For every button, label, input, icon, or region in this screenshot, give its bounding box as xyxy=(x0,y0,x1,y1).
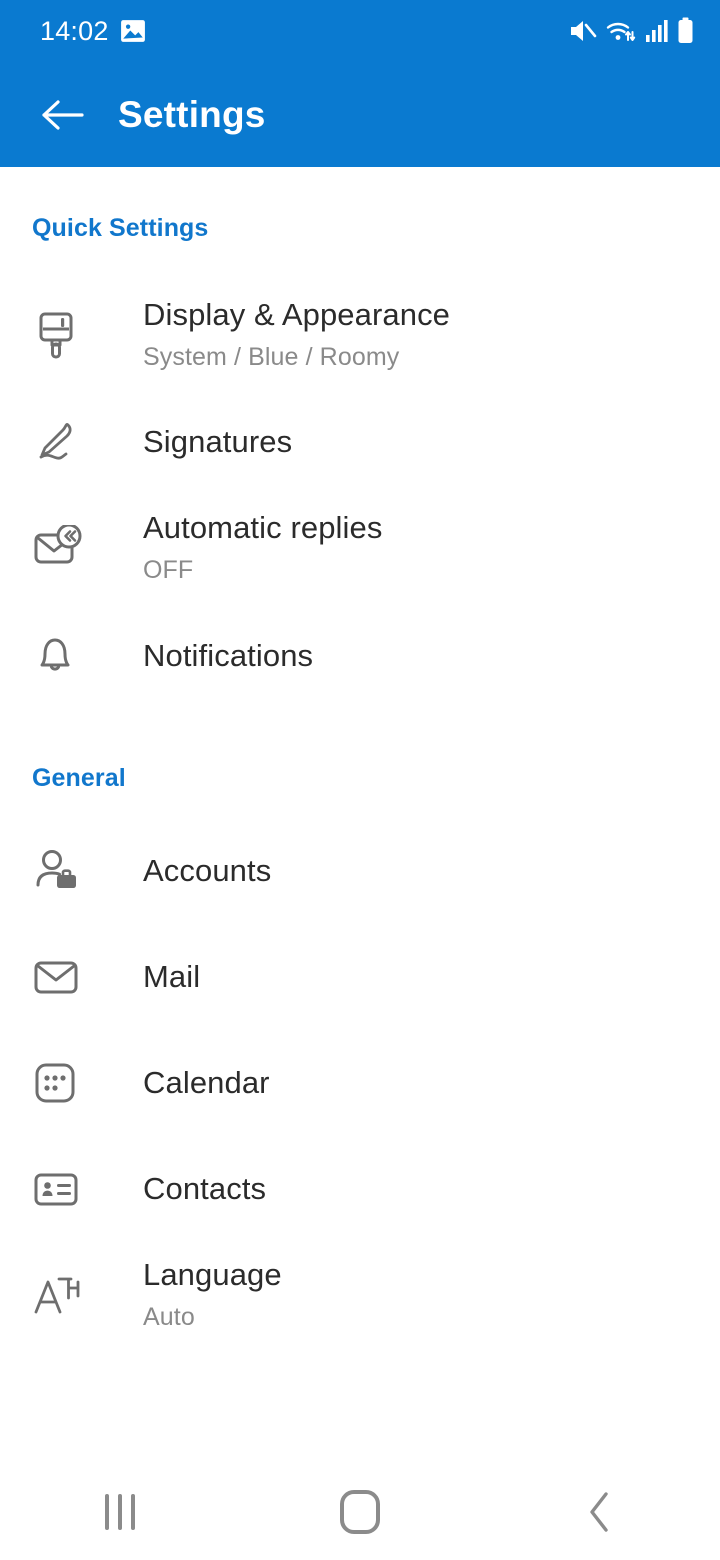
recents-button[interactable] xyxy=(0,1464,240,1560)
settings-item-contacts[interactable]: Contacts xyxy=(0,1133,720,1245)
settings-item-notifications[interactable]: Notifications xyxy=(0,600,720,712)
arrow-left-icon xyxy=(39,97,85,133)
settings-item-text: Signatures xyxy=(143,423,292,461)
envelope-reply-icon xyxy=(32,518,104,578)
settings-item-accounts[interactable]: Accounts xyxy=(0,815,720,927)
settings-item-text: Display & Appearance System / Blue / Roo… xyxy=(143,296,450,373)
status-bar-left: 14:02 xyxy=(40,18,146,45)
bell-icon xyxy=(32,626,104,686)
settings-item-title: Notifications xyxy=(143,637,313,675)
settings-content: Quick Settings Display & Appearance Syst… xyxy=(0,167,720,1351)
status-bar: 14:02 xyxy=(0,0,720,62)
settings-item-calendar[interactable]: Calendar xyxy=(0,1027,720,1139)
settings-item-text: Calendar xyxy=(143,1064,270,1102)
back-button[interactable] xyxy=(36,89,88,141)
person-briefcase-icon xyxy=(32,841,104,901)
settings-item-text: Language Auto xyxy=(143,1256,282,1333)
image-icon xyxy=(120,19,146,43)
settings-item-text: Automatic replies OFF xyxy=(143,509,382,586)
settings-item-mail[interactable]: Mail xyxy=(0,921,720,1033)
wifi-icon xyxy=(605,18,637,44)
settings-item-display-appearance[interactable]: Display & Appearance System / Blue / Roo… xyxy=(0,279,720,391)
settings-item-text: Notifications xyxy=(143,637,313,675)
back-nav-button[interactable] xyxy=(480,1464,720,1560)
section-header-general: General xyxy=(0,712,720,793)
settings-item-title: Accounts xyxy=(143,852,271,890)
settings-item-language[interactable]: Language Auto xyxy=(0,1239,720,1351)
settings-item-subtitle: System / Blue / Roomy xyxy=(143,341,450,374)
contact-card-icon xyxy=(32,1159,104,1219)
page-title: Settings xyxy=(118,94,266,136)
settings-item-title: Display & Appearance xyxy=(143,296,450,334)
settings-item-text: Mail xyxy=(143,958,200,996)
calendar-dots-icon xyxy=(32,1053,104,1113)
paintbrush-icon xyxy=(32,305,104,365)
home-icon xyxy=(340,1490,380,1534)
signature-pen-icon xyxy=(32,412,104,472)
app-bar: Settings xyxy=(0,62,720,167)
settings-item-title: Language xyxy=(143,1256,282,1294)
section-header-quick-settings: Quick Settings xyxy=(0,167,720,243)
home-button[interactable] xyxy=(240,1464,480,1560)
settings-item-title: Contacts xyxy=(143,1170,266,1208)
recents-icon xyxy=(105,1494,135,1530)
status-bar-right xyxy=(567,17,694,45)
settings-item-text: Accounts xyxy=(143,852,271,890)
settings-item-title: Mail xyxy=(143,958,200,996)
settings-item-title: Automatic replies xyxy=(143,509,382,547)
back-chevron-icon xyxy=(585,1489,615,1535)
settings-item-subtitle: Auto xyxy=(143,1301,282,1334)
settings-item-title: Calendar xyxy=(143,1064,270,1102)
status-bar-clock: 14:02 xyxy=(40,18,109,45)
settings-item-automatic-replies[interactable]: Automatic replies OFF xyxy=(0,492,720,604)
settings-item-title: Signatures xyxy=(143,423,292,461)
signal-icon xyxy=(645,18,669,44)
settings-item-signatures[interactable]: Signatures xyxy=(0,386,720,498)
mute-icon xyxy=(567,17,597,45)
settings-item-text: Contacts xyxy=(143,1170,266,1208)
envelope-icon xyxy=(32,947,104,1007)
system-navigation-bar xyxy=(0,1464,720,1560)
battery-icon xyxy=(677,17,694,45)
settings-screen: 14:02 xyxy=(0,0,720,1560)
general-list: Accounts Mail xyxy=(0,815,720,1351)
settings-item-subtitle: OFF xyxy=(143,554,382,587)
language-a-icon xyxy=(32,1265,104,1325)
quick-settings-list: Display & Appearance System / Blue / Roo… xyxy=(0,279,720,712)
